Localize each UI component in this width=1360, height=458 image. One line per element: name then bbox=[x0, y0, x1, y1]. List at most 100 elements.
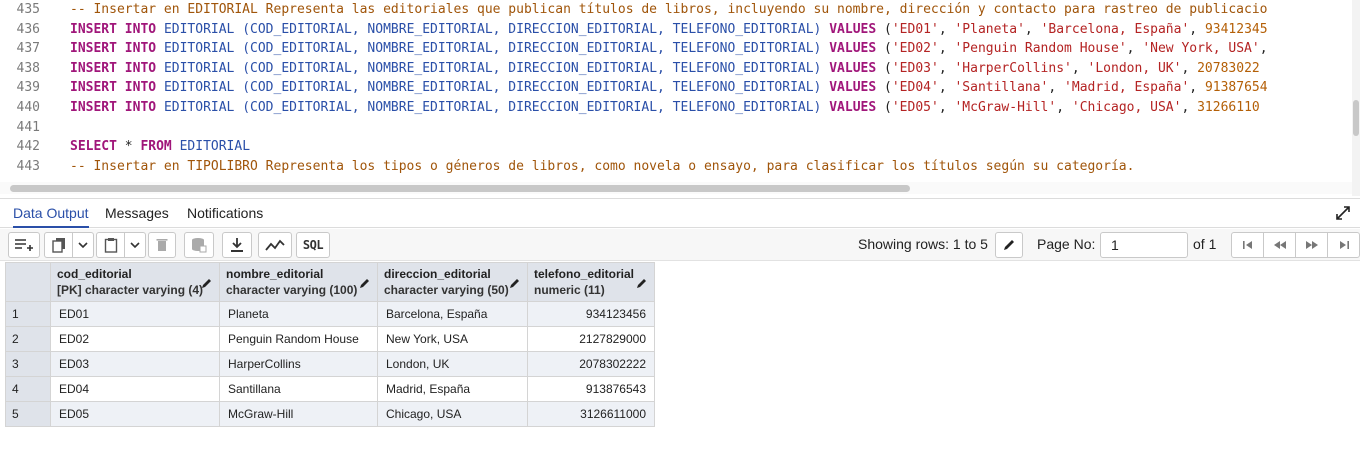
cell-telefono-editorial[interactable]: 934123456 bbox=[527, 301, 655, 327]
page-total-label: of 1 bbox=[1193, 236, 1217, 252]
cell-nombre-editorial[interactable]: HarperCollins bbox=[219, 351, 378, 377]
column-name: direccion_editorial bbox=[384, 267, 491, 281]
tab-messages[interactable]: Messages bbox=[105, 199, 169, 228]
sql-identifier: EDITORIAL bbox=[179, 139, 251, 155]
cell-direccion-editorial[interactable]: London, UK bbox=[377, 351, 528, 377]
cell-nombre-editorial[interactable]: Santillana bbox=[219, 376, 378, 402]
sql-number: 91387654 bbox=[1204, 80, 1268, 96]
row-number[interactable]: 3 bbox=[5, 351, 51, 377]
column-header-direccion-editorial[interactable]: direccion_editorial character varying (5… bbox=[377, 262, 528, 302]
code-text: INSERT INTO EDITORIAL (COD_EDITORIAL, NO… bbox=[70, 59, 1260, 79]
code-line[interactable]: 435 -- Insertar en EDITORIAL Representa l… bbox=[0, 0, 1352, 20]
code-text: SELECT * FROM EDITORIAL bbox=[70, 137, 250, 157]
column-header-cod-editorial[interactable]: cod_editorial [PK] character varying (4) bbox=[50, 262, 220, 302]
cell-direccion-editorial[interactable]: New York, USA bbox=[377, 326, 528, 352]
tab-data-output[interactable]: Data Output bbox=[13, 199, 89, 228]
code-line[interactable]: 442 SELECT * FROM EDITORIAL bbox=[0, 137, 1352, 157]
vertical-scroll-thumb[interactable] bbox=[1353, 100, 1359, 136]
sql-keyword: INSERT bbox=[70, 80, 125, 96]
first-page-icon bbox=[1242, 241, 1252, 249]
pencil-icon[interactable] bbox=[509, 277, 521, 289]
paste-button[interactable] bbox=[97, 233, 125, 257]
cell-cod-editorial[interactable]: ED01 bbox=[50, 301, 220, 327]
line-number: 442 bbox=[16, 139, 40, 155]
previous-page-button[interactable] bbox=[1264, 233, 1296, 257]
code-line[interactable]: 438 INSERT INTO EDITORIAL (COD_EDITORIAL,… bbox=[0, 59, 1352, 79]
tab-notifications[interactable]: Notifications bbox=[187, 199, 263, 228]
code-line[interactable]: 441 bbox=[0, 118, 1352, 138]
cell-nombre-editorial[interactable]: Penguin Random House bbox=[219, 326, 378, 352]
sql-identifier: EDITORIAL (COD_EDITORIAL, NOMBRE_EDITORI… bbox=[163, 21, 830, 37]
code-line[interactable]: 443 -- Insertar en TIPOLIBRO Representa l… bbox=[0, 157, 1352, 177]
cell-direccion-editorial[interactable]: Madrid, España bbox=[377, 376, 528, 402]
next-page-button[interactable] bbox=[1296, 233, 1328, 257]
cell-direccion-editorial[interactable]: Barcelona, España bbox=[377, 301, 528, 327]
sql-keyword: VALUES bbox=[829, 99, 885, 115]
cell-direccion-editorial[interactable]: Chicago, USA bbox=[377, 401, 528, 427]
cell-nombre-editorial[interactable]: McGraw-Hill bbox=[219, 401, 378, 427]
table-row[interactable]: 1 ED01 Planeta Barcelona, España 9341234… bbox=[5, 301, 655, 327]
cell-cod-editorial[interactable]: ED02 bbox=[50, 326, 220, 352]
column-header-nombre-editorial[interactable]: nombre_editorial character varying (100) bbox=[219, 262, 378, 302]
copy-button[interactable] bbox=[45, 233, 73, 257]
table-row[interactable]: 2 ED02 Penguin Random House New York, US… bbox=[5, 326, 655, 352]
copy-options-dropdown[interactable] bbox=[73, 233, 93, 257]
sql-punct: , bbox=[1259, 41, 1276, 57]
code-line[interactable]: 437 INSERT INTO EDITORIAL (COD_EDITORIAL,… bbox=[0, 39, 1352, 59]
editor-vertical-scrollbar[interactable] bbox=[1352, 0, 1360, 196]
delete-button[interactable] bbox=[148, 232, 176, 258]
line-number: 441 bbox=[16, 119, 40, 135]
table-row[interactable]: 4 ED04 Santillana Madrid, España 9138765… bbox=[5, 376, 655, 402]
download-button[interactable] bbox=[222, 232, 252, 258]
cell-telefono-editorial[interactable]: 2078302222 bbox=[527, 351, 655, 377]
cell-cod-editorial[interactable]: ED04 bbox=[50, 376, 220, 402]
add-row-button[interactable] bbox=[8, 232, 40, 258]
sql-keyword: INTO bbox=[124, 41, 164, 57]
page-number-input[interactable]: 1 bbox=[1100, 232, 1188, 258]
edit-rows-button[interactable] bbox=[995, 232, 1023, 258]
cell-cod-editorial[interactable]: ED03 bbox=[50, 351, 220, 377]
code-line[interactable]: 436 INSERT INTO EDITORIAL (COD_EDITORIAL,… bbox=[0, 20, 1352, 40]
rewind-icon bbox=[1273, 241, 1286, 249]
column-header-telefono-editorial[interactable]: telefono_editorial numeric (11) bbox=[527, 262, 655, 302]
expand-icon[interactable] bbox=[1334, 204, 1352, 222]
row-number[interactable]: 4 bbox=[5, 376, 51, 402]
code-lines[interactable]: 435 -- Insertar en EDITORIAL Representa l… bbox=[0, 0, 1352, 176]
graph-visualiser-button[interactable] bbox=[258, 232, 292, 258]
table-row[interactable]: 5 ED05 McGraw-Hill Chicago, USA 31266110… bbox=[5, 401, 655, 427]
cell-cod-editorial[interactable]: ED05 bbox=[50, 401, 220, 427]
pencil-icon[interactable] bbox=[201, 277, 213, 289]
row-number[interactable]: 2 bbox=[5, 326, 51, 352]
sql-keyword: SELECT bbox=[70, 139, 125, 155]
pencil-icon[interactable] bbox=[359, 277, 371, 289]
sql-string: 'Chicago, USA' bbox=[1071, 99, 1182, 115]
sql-view-button[interactable]: SQL bbox=[296, 232, 330, 258]
cell-telefono-editorial[interactable]: 913876543 bbox=[527, 376, 655, 402]
sql-string: 'ED04' bbox=[891, 80, 939, 96]
save-data-button[interactable] bbox=[184, 232, 214, 258]
first-page-button[interactable] bbox=[1232, 233, 1264, 257]
sql-string: 'McGraw-Hill' bbox=[954, 99, 1057, 115]
table-row[interactable]: 3 ED03 HarperCollins London, UK 20783022… bbox=[5, 351, 655, 377]
column-name: telefono_editorial bbox=[534, 267, 635, 281]
horizontal-scroll-thumb[interactable] bbox=[10, 185, 910, 192]
cell-telefono-editorial[interactable]: 3126611000 bbox=[527, 401, 655, 427]
paste-options-dropdown[interactable] bbox=[125, 233, 145, 257]
pencil-icon[interactable] bbox=[636, 277, 648, 289]
cell-telefono-editorial[interactable]: 2127829000 bbox=[527, 326, 655, 352]
cell-nombre-editorial[interactable]: Planeta bbox=[219, 301, 378, 327]
sql-string: 'Madrid, España' bbox=[1064, 80, 1190, 96]
row-number[interactable]: 1 bbox=[5, 301, 51, 327]
editor-horizontal-scrollbar[interactable] bbox=[0, 182, 1352, 194]
grid-corner-cell[interactable] bbox=[5, 262, 51, 302]
sql-editor[interactable]: 435 -- Insertar en EDITORIAL Representa l… bbox=[0, 0, 1360, 196]
code-line[interactable]: 440 INSERT INTO EDITORIAL (COD_EDITORIAL,… bbox=[0, 98, 1352, 118]
row-number[interactable]: 5 bbox=[5, 401, 51, 427]
sql-keyword: VALUES bbox=[829, 21, 885, 37]
code-line[interactable]: 439 INSERT INTO EDITORIAL (COD_EDITORIAL,… bbox=[0, 78, 1352, 98]
last-page-button[interactable] bbox=[1328, 233, 1359, 257]
sql-punct: , bbox=[1048, 80, 1065, 96]
sql-identifier: EDITORIAL (COD_EDITORIAL, NOMBRE_EDITORI… bbox=[163, 60, 830, 76]
sql-identifier: EDITORIAL (COD_EDITORIAL, NOMBRE_EDITORI… bbox=[163, 41, 830, 57]
download-icon bbox=[231, 238, 243, 252]
